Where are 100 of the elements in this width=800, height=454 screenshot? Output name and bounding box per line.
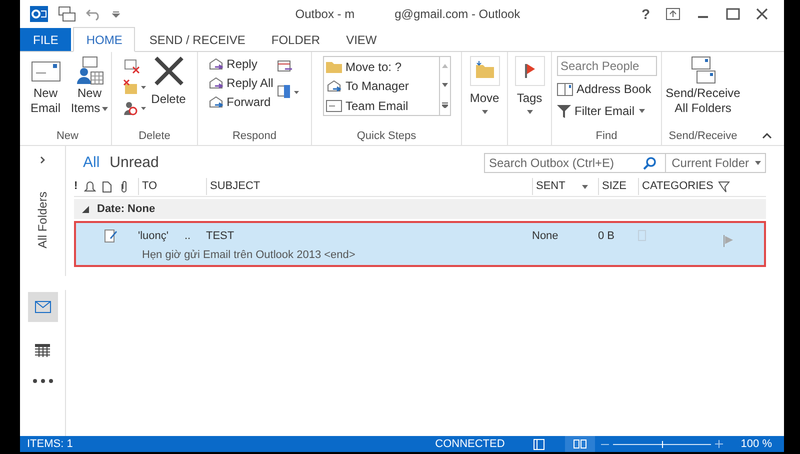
more-respond-icon[interactable] [277,84,302,100]
ribbon-tab[interactable]: SEND / RECEIVE [137,28,258,51]
group-label: New [56,131,78,142]
filter-icon [556,104,570,118]
filter-tab[interactable]: All [83,152,100,174]
respond-button[interactable]: Reply [208,57,274,71]
more-icon[interactable] [32,379,52,383]
size: 0 B [598,228,616,244]
ribbon-tab[interactable]: FOLDER [259,28,332,51]
flag-column-icon[interactable] [718,180,730,192]
column-header[interactable]: CATEGORIES [638,178,718,195]
scroll-down-icon[interactable] [442,82,448,87]
contact-calendar-icon [74,56,104,86]
caret-icon [755,161,761,165]
attachment-column-icon[interactable] [120,180,128,192]
sent-date: None [532,228,560,244]
group-label: Find [596,131,618,142]
group-label: Send/Receive [668,131,738,142]
group-toggle-icon[interactable] [82,206,89,212]
collapse-ribbon-icon[interactable] [762,133,772,139]
envelope-icon [326,100,342,112]
zoom-level: 100 % [740,436,772,452]
app-icon[interactable] [30,6,48,22]
subject: TEST [206,228,236,244]
forward-icon [208,95,224,109]
book-icon [556,82,572,96]
group-label: Quick Steps [356,131,416,142]
caret-icon [582,184,588,188]
folder-pane-label[interactable]: All Folders [34,192,52,248]
ignore-icon[interactable] [123,58,142,74]
maximize-icon[interactable] [726,8,740,20]
delete-button[interactable]: Delete [151,56,186,108]
reading-view-button[interactable] [564,436,595,452]
ribbon-tab[interactable]: FILE [20,28,72,51]
search-icon [642,156,657,170]
quick-step[interactable]: Move to: ? [326,60,438,74]
recipient-ellipsis: .. [184,228,191,244]
help-button[interactable]: ? [635,4,656,24]
ribbon-display-icon[interactable] [666,8,680,20]
message-row[interactable]: 'luonç' .. TEST None 0 B Hẹn giờ gửi Email trên Outlook 2013 <end> [74,221,766,267]
calendar-icon[interactable] [35,344,50,357]
column-header[interactable]: TO [138,178,206,195]
zoom-in-icon[interactable] [714,440,723,448]
scope-dropdown[interactable]: Current Folder [664,154,765,172]
quick-step[interactable]: To Manager [326,79,438,94]
quick-step[interactable]: Team Email [326,100,438,112]
respond-button[interactable]: Reply All [208,76,274,90]
search-field[interactable]: Search Outbox (Ctrl+E) Current Folder [484,153,766,173]
category-slot [638,230,646,242]
group-header: Date: None [97,202,156,217]
folder-icon [326,60,342,74]
book-icon [572,439,587,449]
column-header[interactable]: SIZE [598,178,638,195]
customize-icon[interactable] [112,10,120,18]
caret-icon [482,110,488,114]
filter-email-button[interactable]: Filter Email [556,102,656,120]
expand-gallery-icon[interactable] [442,102,448,108]
caret-icon [102,106,108,111]
column-header[interactable]: ! [74,178,84,195]
ribbon-button[interactable]: New Items [70,56,110,116]
filter-tab[interactable]: Unread [110,152,159,174]
folder-icon [470,56,500,86]
junk-icon[interactable] [123,100,148,116]
reply-icon [208,57,224,71]
meeting-reply-icon[interactable] [277,60,294,74]
ribbon-button[interactable]: New Email [26,56,66,116]
forward-mail-icon [326,79,342,94]
item-count: ITEMS: 1 [27,436,73,452]
flag-icon [514,56,544,86]
message-preview: Hẹn giờ gửi Email trên Outlook 2013 <end> [141,248,356,263]
send-receive-button[interactable]: Send/Receive All Folders [665,56,741,116]
normal-view-icon[interactable] [532,438,545,450]
mail-button[interactable] [28,292,58,322]
window-title: Outbox - m [295,6,355,23]
respond-button[interactable]: Forward [208,95,274,109]
expand-pane-icon[interactable] [40,156,46,164]
connection-status: CONNECTED [435,436,505,452]
draft-icon [104,228,118,243]
undo-icon[interactable] [86,7,102,21]
delete-icon [152,56,184,86]
reply-icon [208,76,224,90]
group-label: Respond [232,131,277,142]
icon-column-icon[interactable] [102,180,112,192]
send-receive-icon[interactable] [58,6,76,22]
move-button[interactable]: Move [470,56,500,114]
search-people-field[interactable]: Search People [556,56,656,76]
column-header[interactable]: SUBJECT [206,178,532,195]
envelope-icon [30,60,60,82]
reminder-column-icon[interactable] [84,180,96,192]
window-title: g@gmail.com - Outlook [394,6,520,23]
clean-up-icon[interactable] [123,79,148,95]
recipient: 'luonç' [138,228,168,244]
ribbon-tab[interactable]: HOME [73,27,136,52]
tags-button[interactable]: Tags [514,56,544,114]
caret-icon [526,110,532,114]
mail-icon [34,301,50,313]
column-header[interactable]: SENT [532,178,598,195]
address-book-button[interactable]: Address Book [556,80,656,98]
ribbon-tab[interactable]: VIEW [334,28,389,51]
caret-icon [638,109,645,113]
